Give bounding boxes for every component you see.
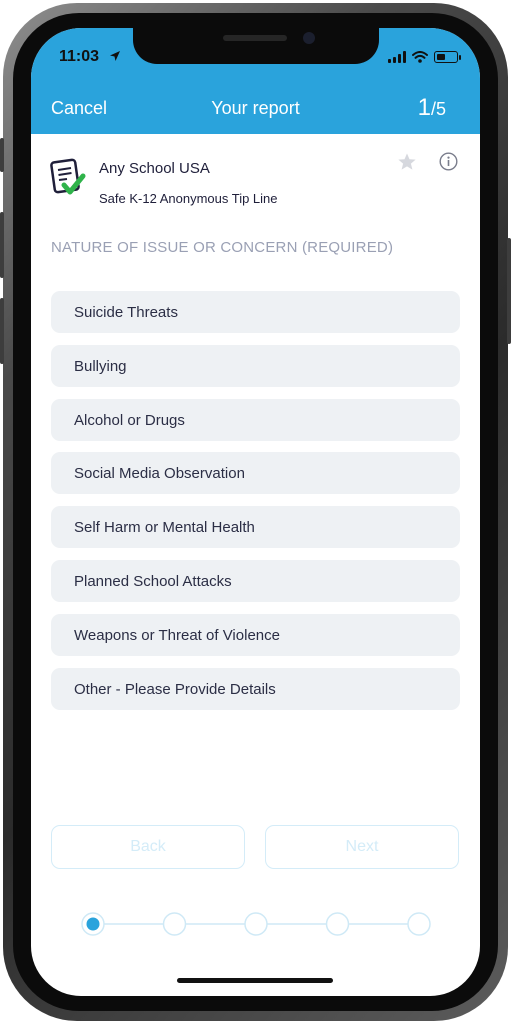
- issue-option-label: Bullying: [74, 357, 127, 375]
- issue-option-label: Other - Please Provide Details: [74, 680, 276, 698]
- progress-step: [244, 912, 268, 936]
- wifi-icon: [412, 51, 428, 63]
- issue-option[interactable]: Alcohol or Drugs: [51, 399, 460, 441]
- next-button[interactable]: Next: [265, 825, 459, 869]
- issue-option-label: Planned School Attacks: [74, 572, 232, 590]
- step-counter: 1/5: [418, 94, 446, 122]
- power-button: [507, 238, 511, 344]
- page-title: Your report: [211, 98, 300, 118]
- volume-up-button: [0, 212, 4, 278]
- volume-down-button: [0, 298, 4, 364]
- progress-step: [162, 912, 187, 936]
- progress-stepper: [81, 912, 431, 936]
- app-screen: 11:03 Cancel Your report 1/5 Any School …: [31, 28, 480, 996]
- school-name: Any School USA: [99, 160, 210, 177]
- issue-option[interactable]: Bullying: [51, 345, 460, 387]
- issue-option-label: Social Media Observation: [74, 464, 245, 482]
- issue-option-label: Suicide Threats: [74, 303, 178, 321]
- progress-step: [325, 912, 350, 936]
- issue-option-label: Alcohol or Drugs: [74, 411, 185, 429]
- location-arrow-icon: [110, 51, 120, 61]
- home-indicator: [177, 978, 333, 983]
- step-total: /5: [430, 99, 446, 119]
- front-camera: [303, 32, 315, 44]
- favorite-star-icon[interactable]: [397, 152, 417, 172]
- issue-option[interactable]: Social Media Observation: [51, 452, 460, 494]
- school-subtitle: Safe K-12 Anonymous Tip Line: [99, 191, 278, 206]
- status-time: 11:03: [59, 48, 100, 65]
- issue-option-label: Weapons or Threat of Violence: [74, 626, 280, 644]
- back-button[interactable]: Back: [51, 825, 245, 869]
- section-label: NATURE OF ISSUE OR CONCERN (REQUIRED): [51, 239, 394, 256]
- device-notch: [133, 26, 379, 64]
- progress-step-active-dot: [86, 917, 100, 931]
- speaker-grille: [223, 35, 287, 41]
- step-current: 1: [417, 94, 431, 121]
- mute-switch: [0, 138, 4, 172]
- issue-option-label: Self Harm or Mental Health: [74, 518, 255, 536]
- signal-icon: [388, 51, 406, 63]
- issue-option[interactable]: Suicide Threats: [51, 291, 460, 333]
- progress-step: [407, 912, 431, 936]
- issue-option[interactable]: Self Harm or Mental Health: [51, 506, 460, 548]
- issue-option[interactable]: Other - Please Provide Details: [51, 668, 460, 710]
- status-indicators: [388, 50, 461, 64]
- issue-option[interactable]: Weapons or Threat of Violence: [51, 614, 460, 656]
- battery-icon: [434, 51, 461, 63]
- info-icon[interactable]: [439, 152, 458, 171]
- report-document-icon: [50, 158, 86, 195]
- issue-option[interactable]: Planned School Attacks: [51, 560, 460, 602]
